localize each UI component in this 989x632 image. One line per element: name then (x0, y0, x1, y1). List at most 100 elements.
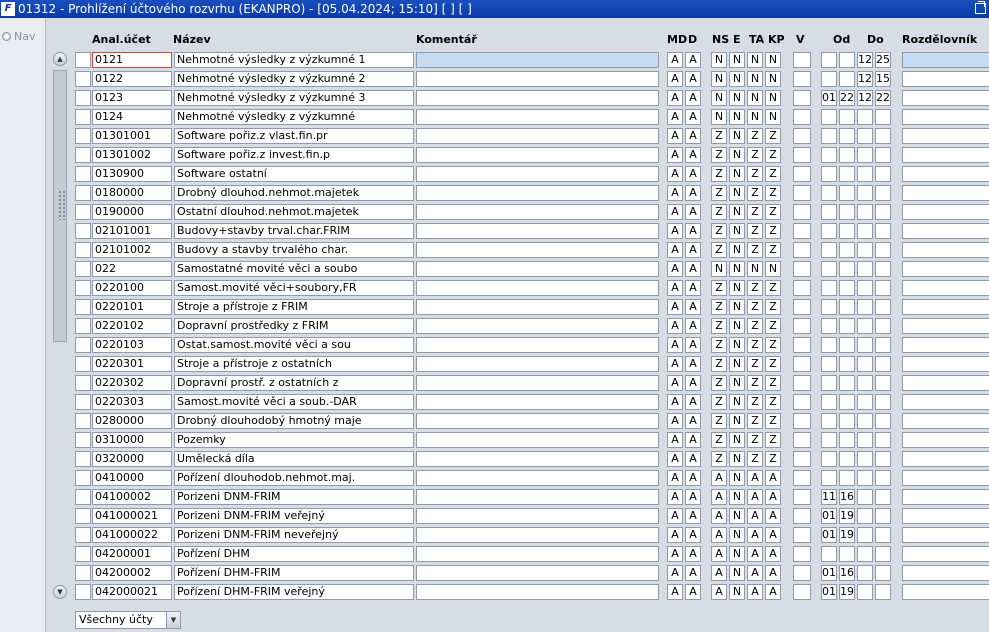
cell-d[interactable]: A (685, 394, 701, 410)
cell-kp[interactable]: Z (765, 185, 781, 201)
cell-d[interactable]: A (685, 565, 701, 581)
cell-anal-ucet[interactable]: 0410000 (92, 470, 172, 486)
cell-do-month[interactable] (857, 147, 873, 163)
cell-ns[interactable]: Z (711, 337, 727, 353)
cell-anal-ucet[interactable]: 041000022 (92, 527, 172, 543)
cell-do-year[interactable] (875, 128, 891, 144)
cell-rozdelovnik[interactable] (902, 223, 989, 239)
cell-kp[interactable]: A (765, 546, 781, 562)
account-filter-select[interactable]: Všechny účty ▼ (75, 611, 181, 629)
cell-anal-ucet[interactable]: 04200002 (92, 565, 172, 581)
row-marker[interactable] (75, 527, 91, 543)
row-marker[interactable] (75, 318, 91, 334)
cell-do-year[interactable]: 15 (875, 71, 891, 87)
cell-od-year[interactable] (839, 280, 855, 296)
cell-e[interactable]: N (729, 223, 745, 239)
cell-od-year[interactable] (839, 394, 855, 410)
cell-v[interactable] (793, 185, 811, 201)
cell-md[interactable]: A (667, 375, 683, 391)
cell-e[interactable]: N (729, 166, 745, 182)
table-row[interactable]: 0220102 Dopravní prostředky z FRIM A A Z N Z Z (47, 317, 989, 336)
cell-rozdelovnik[interactable] (902, 508, 989, 524)
cell-do-month[interactable] (857, 356, 873, 372)
cell-d[interactable]: A (685, 375, 701, 391)
cell-od-month[interactable] (821, 432, 837, 448)
table-row[interactable]: 0121 Nehmotné výsledky z výzkumné 1AANNNN… (47, 51, 989, 70)
cell-rozdelovnik[interactable] (902, 147, 989, 163)
cell-do-month[interactable] (857, 261, 873, 277)
cell-do-year[interactable] (875, 527, 891, 543)
row-marker[interactable] (75, 109, 91, 125)
restore-window-icon[interactable] (975, 1, 986, 14)
cell-d[interactable]: A (685, 546, 701, 562)
cell-od-year[interactable] (839, 356, 855, 372)
cell-ta[interactable]: Z (747, 413, 763, 429)
cell-md[interactable]: A (667, 546, 683, 562)
cell-anal-ucet[interactable]: 0220301 (92, 356, 172, 372)
cell-md[interactable]: A (667, 356, 683, 372)
cell-md[interactable]: A (667, 261, 683, 277)
cell-do-month[interactable] (857, 584, 873, 600)
cell-anal-ucet[interactable]: 04200001 (92, 546, 172, 562)
cell-d[interactable]: A (685, 185, 701, 201)
cell-nazev[interactable]: Budovy+stavby trval.char.FRIM (174, 223, 414, 239)
cell-komentar[interactable] (416, 470, 659, 486)
cell-nazev[interactable]: Pořízení dlouhodob.nehmot.maj. (174, 470, 414, 486)
cell-ta[interactable]: A (747, 527, 763, 543)
cell-ta[interactable]: Z (747, 147, 763, 163)
cell-ta[interactable]: N (747, 71, 763, 87)
cell-ta[interactable]: Z (747, 451, 763, 467)
cell-kp[interactable]: Z (765, 318, 781, 334)
table-row[interactable]: 0123 Nehmotné výsledky z výzkumné 3AANNNN… (47, 89, 989, 108)
cell-od-month[interactable] (821, 242, 837, 258)
cell-md[interactable]: A (667, 71, 683, 87)
cell-kp[interactable]: A (765, 584, 781, 600)
cell-ta[interactable]: A (747, 470, 763, 486)
table-row[interactable]: 0220101 Stroje a přístroje z FRIM A A Z N Z Z (47, 298, 989, 317)
cell-komentar[interactable] (416, 375, 659, 391)
cell-kp[interactable]: Z (765, 166, 781, 182)
row-marker[interactable] (75, 223, 91, 239)
cell-ns[interactable]: Z (711, 185, 727, 201)
cell-komentar[interactable] (416, 565, 659, 581)
cell-komentar[interactable] (416, 546, 659, 562)
cell-d[interactable]: A (685, 223, 701, 239)
cell-kp[interactable]: Z (765, 432, 781, 448)
cell-do-year[interactable] (875, 394, 891, 410)
cell-ta[interactable]: Z (747, 128, 763, 144)
cell-komentar[interactable] (416, 71, 659, 87)
cell-e[interactable]: N (729, 527, 745, 543)
cell-anal-ucet[interactable]: 0220103 (92, 337, 172, 353)
row-marker[interactable] (75, 147, 91, 163)
cell-md[interactable]: A (667, 337, 683, 353)
cell-ta[interactable]: A (747, 508, 763, 524)
cell-rozdelovnik[interactable] (902, 90, 989, 106)
cell-md[interactable]: A (667, 204, 683, 220)
cell-od-month[interactable]: 01 (821, 90, 837, 106)
cell-e[interactable]: N (729, 71, 745, 87)
cell-od-month[interactable] (821, 413, 837, 429)
cell-e[interactable]: N (729, 318, 745, 334)
cell-v[interactable] (793, 166, 811, 182)
cell-nazev[interactable]: Pořízení DHM (174, 546, 414, 562)
cell-komentar[interactable] (416, 166, 659, 182)
cell-kp[interactable]: Z (765, 242, 781, 258)
cell-d[interactable]: A (685, 470, 701, 486)
cell-nazev[interactable]: Ostatní dlouhod.nehmot.majetek (174, 204, 414, 220)
table-row[interactable]: 0220100 Samost.movité věci+soubory,FR A A Z N… (47, 279, 989, 298)
cell-e[interactable]: N (729, 470, 745, 486)
table-row[interactable]: 0410000 Pořízení dlouhodob.nehmot.maj. A A A… (47, 469, 989, 488)
cell-komentar[interactable] (416, 413, 659, 429)
cell-od-year[interactable] (839, 261, 855, 277)
cell-e[interactable]: N (729, 147, 745, 163)
cell-do-year[interactable] (875, 318, 891, 334)
cell-od-month[interactable] (821, 52, 837, 68)
cell-do-month[interactable] (857, 204, 873, 220)
cell-ns[interactable]: Z (711, 394, 727, 410)
cell-d[interactable]: A (685, 489, 701, 505)
cell-ns[interactable]: Z (711, 223, 727, 239)
cell-d[interactable]: A (685, 356, 701, 372)
cell-od-month[interactable] (821, 261, 837, 277)
cell-ns[interactable]: Z (711, 166, 727, 182)
cell-od-month[interactable] (821, 299, 837, 315)
